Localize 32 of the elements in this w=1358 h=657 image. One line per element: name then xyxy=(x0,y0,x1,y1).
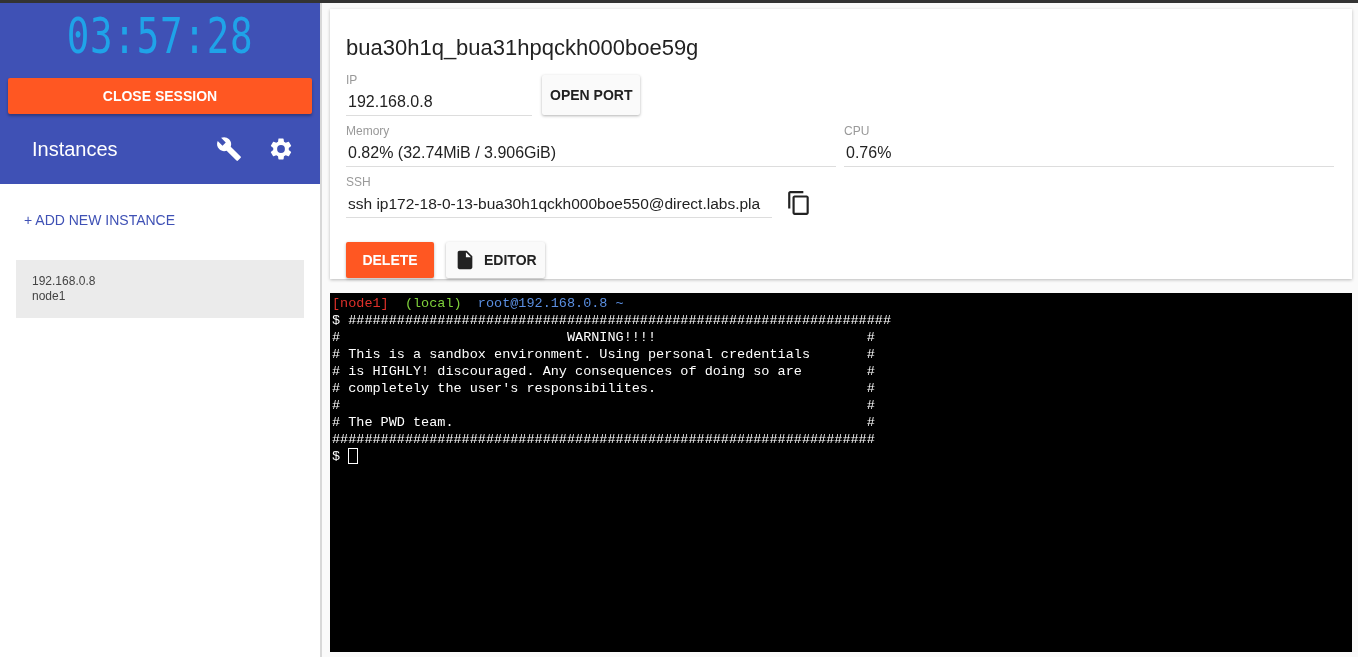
prompt-text: (local) xyxy=(404,296,462,311)
cpu-field[interactable]: 0.76% xyxy=(844,144,1334,162)
terminal-prompt: $ xyxy=(332,449,341,464)
copy-icon[interactable] xyxy=(786,189,812,216)
instance-item[interactable]: 192.168.0.8 node1 xyxy=(16,260,304,318)
terminal-line: # The PWD team. # xyxy=(332,414,876,431)
instance-title: bua30h1q_bua31hpqckh000boe59g xyxy=(346,35,700,61)
prompt-text: root@192.168.0.8 ~ xyxy=(477,296,624,311)
prompt-text: [node1] xyxy=(332,296,389,311)
field-label: CPU xyxy=(844,124,871,138)
terminal-line: # WARNING!!!! # xyxy=(332,329,876,346)
terminal[interactable] xyxy=(330,293,1352,652)
terminal-line: # This is a sandbox environment. Using personal credentials # xyxy=(332,346,876,363)
editor-button[interactable]: EDITOR xyxy=(446,242,545,278)
instances-title: Instances xyxy=(32,137,119,161)
field-label: SSH xyxy=(346,175,372,189)
field-label: IP xyxy=(346,73,359,87)
session-timer: 03:57:28 xyxy=(65,6,255,67)
settings-icon[interactable] xyxy=(268,136,294,162)
terminal-line: # # xyxy=(332,397,876,414)
memory-field[interactable]: 0.82% (32.74MiB / 3.906GiB) xyxy=(346,144,836,162)
field-label: Memory xyxy=(346,124,391,138)
cursor xyxy=(348,448,359,465)
add-instance-button[interactable]: + ADD NEW INSTANCE xyxy=(24,212,176,228)
wrench-icon[interactable] xyxy=(216,136,242,162)
terminal-line: # completely the user's responsibilites. # xyxy=(332,380,876,397)
ssh-field[interactable]: ssh ip172-18-0-13-bua30h1qckh000boe550@direct.labs.pla xyxy=(346,195,772,213)
terminal-line: ################################################################### xyxy=(332,431,876,448)
terminal-line: $ ################################################################### xyxy=(332,312,892,329)
terminal-line: # is HIGHLY! discouraged. Any consequences of doing so are # xyxy=(332,363,876,380)
ip-field[interactable]: 192.168.0.8 xyxy=(346,93,532,111)
open-port-button[interactable]: OPEN PORT xyxy=(542,75,641,115)
